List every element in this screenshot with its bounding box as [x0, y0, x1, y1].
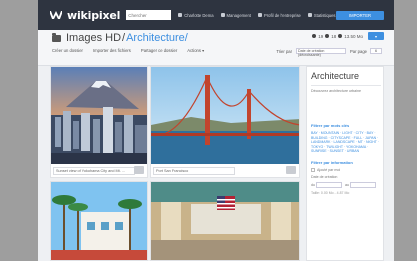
search-input[interactable] — [126, 10, 172, 20]
folder-stats: 19 18 13.50 Mo ▾ — [310, 32, 384, 40]
page-title: Images HD / Architecture / — [52, 32, 188, 44]
app-window: wikipixel Charlotte Dema Management Prof… — [38, 0, 394, 261]
nav-management-label: Management — [226, 12, 251, 18]
import-files-button[interactable]: Importer des fichiers — [93, 48, 131, 53]
image-card[interactable] — [50, 181, 148, 261]
breadcrumb-trailing-separator: / — [184, 32, 188, 44]
nav-company-label: Profil de l'entreprise — [263, 12, 301, 18]
nav-management[interactable]: Management — [220, 12, 251, 18]
breadcrumb-separator: / — [122, 32, 126, 44]
sort-select[interactable]: Date de création (décroissante) — [296, 48, 346, 57]
sort-label: Trier par — [276, 48, 292, 54]
image-options-button[interactable] — [134, 166, 144, 174]
date-from-input[interactable] — [316, 181, 342, 188]
added-by-me-label: Ajouté par moi — [317, 167, 341, 172]
added-by-me-filter[interactable]: Ajouté par moi — [311, 167, 383, 172]
image-caption-bar: Sunset view of Yokohama City and Mt. ... — [51, 164, 147, 177]
create-folder-button[interactable]: Créer un dossier — [52, 48, 83, 53]
folder-menu-button[interactable]: ▾ — [368, 32, 384, 40]
action-bar: Créer un dossier Importer des fichiers P… — [52, 48, 214, 53]
date-range: du au — [311, 181, 383, 188]
top-nav: Charlotte Dema Management Profil de l'en… — [178, 13, 342, 18]
image-caption[interactable]: Sunset view of Yokohama City and Mt. ... — [53, 166, 135, 175]
size-icon — [338, 34, 343, 38]
keywords-filter-title[interactable]: Filtrer par mots clés — [311, 123, 383, 128]
folder-icon — [52, 33, 61, 42]
info-filter-title[interactable]: Filtrer par information — [311, 160, 383, 165]
image-palms — [51, 182, 147, 260]
video-count-icon — [325, 34, 330, 38]
image-yokohama — [51, 67, 147, 166]
nav-company-profile[interactable]: Profil de l'entreprise — [257, 12, 301, 18]
share-folder-button[interactable]: Partager ce dossier — [141, 48, 177, 53]
sidebar: Architecture Découvrez architecture urba… — [306, 66, 384, 261]
breadcrumb-root[interactable]: Images HD — [66, 32, 121, 44]
date-filter-label: Date de création — [311, 174, 338, 179]
import-button[interactable]: IMPORTER — [336, 11, 384, 20]
image-caption-bar: Port San Francisco — [151, 164, 299, 177]
image-caption[interactable]: Port San Francisco — [153, 166, 235, 175]
date-from-label: du — [311, 182, 315, 187]
nav-user[interactable]: Charlotte Dema — [178, 12, 214, 18]
image-count-icon — [312, 34, 317, 38]
sidebar-description: Découvrez architecture urbaine — [311, 89, 361, 93]
building-icon — [257, 13, 262, 17]
image-card[interactable] — [150, 181, 300, 261]
breadcrumb-category[interactable]: Architecture — [126, 32, 185, 44]
app-name: wikipixel — [67, 8, 121, 22]
nav-statistics[interactable]: Statistiques — [307, 12, 336, 18]
gear-icon — [220, 13, 225, 17]
chart-icon — [307, 13, 312, 17]
folder-size: 13.50 Mo — [344, 33, 363, 39]
image-card[interactable]: Port San Francisco — [150, 66, 300, 178]
sort-controls: Trier par Date de création (décroissante… — [276, 48, 382, 57]
image-count: 19 — [318, 33, 324, 39]
keyword-list[interactable]: BAY · MOUNTAIN · LIGHT · CITY · BAY · BU… — [311, 131, 379, 154]
actions-dropdown[interactable]: Actions ▾ — [187, 48, 204, 53]
image-grid: Sunset view of Yokohama City and Mt. ...… — [50, 66, 300, 261]
sidebar-divider — [311, 85, 381, 86]
image-options-button[interactable] — [286, 166, 296, 174]
video-count: 18 — [331, 33, 337, 39]
nav-statistics-label: Statistiques — [313, 12, 336, 18]
image-grand-central — [151, 182, 299, 260]
size-filter-note: Taille: 0.00 Mo - 4.87 Mo — [311, 190, 350, 195]
added-by-me-checkbox[interactable] — [311, 167, 315, 172]
sidebar-title: Architecture — [311, 71, 360, 81]
nav-user-label: Charlotte Dema — [184, 12, 214, 18]
wikipixel-logo-icon — [50, 11, 62, 19]
top-navbar: wikipixel Charlotte Dema Management Prof… — [38, 0, 394, 30]
user-icon — [178, 13, 183, 17]
perpage-select[interactable]: 6 — [370, 48, 382, 54]
date-to-label: au — [345, 182, 349, 187]
image-card[interactable]: Sunset view of Yokohama City and Mt. ... — [50, 66, 148, 178]
perpage-label: Par page — [350, 48, 367, 54]
logo[interactable]: wikipixel — [50, 9, 120, 22]
image-golden-gate — [151, 67, 299, 166]
date-to-input[interactable] — [350, 181, 376, 188]
